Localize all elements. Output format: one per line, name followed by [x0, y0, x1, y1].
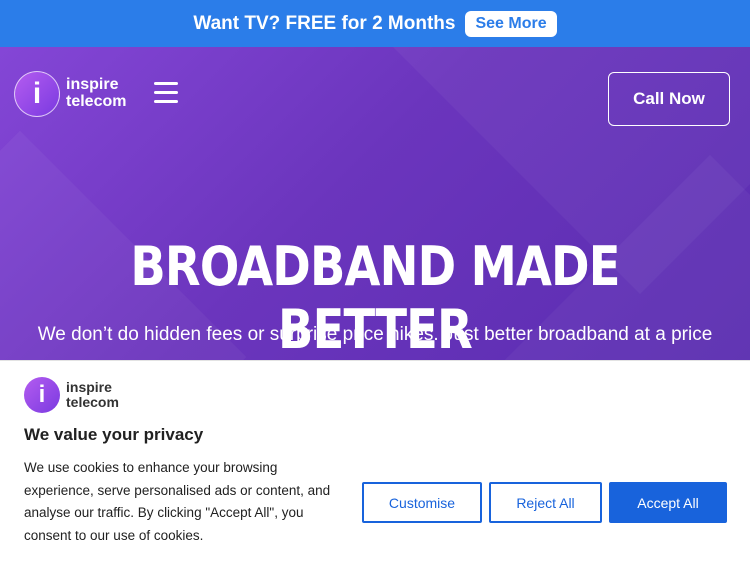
accept-all-button[interactable]: Accept All [609, 482, 727, 523]
logo-line-2: telecom [66, 93, 127, 110]
logo-wordmark: inspire telecom [66, 76, 127, 111]
customise-button[interactable]: Customise [362, 482, 482, 523]
promo-banner: Want TV? FREE for 2 Months See More [0, 0, 750, 47]
logo-line-2: telecom [66, 394, 119, 410]
promo-text: Want TV? FREE for 2 Months [193, 12, 456, 34]
logo-line-1: inspire [66, 379, 112, 396]
hamburger-menu-icon[interactable] [154, 82, 178, 109]
logo-icon: i [14, 71, 60, 117]
hero-subtitle: We don’t do hidden fees or surprise pric… [37, 324, 713, 345]
logo-icon: i [24, 377, 60, 413]
cookie-consent-banner: i inspire telecom We value your privacy … [0, 360, 750, 564]
hero-section: i inspire telecom Call Now BROADBAND MAD… [0, 47, 750, 360]
see-more-button[interactable]: See More [465, 10, 557, 37]
reject-all-button[interactable]: Reject All [489, 482, 602, 523]
cookie-logo: i inspire telecom [24, 377, 119, 413]
cookie-title: We value your privacy [24, 425, 204, 444]
cookie-description: We use cookies to enhance your browsing … [24, 460, 331, 543]
logo-line-1: inspire [66, 76, 119, 94]
header-logo[interactable]: i inspire telecom [14, 71, 126, 117]
call-now-button[interactable]: Call Now [608, 72, 730, 126]
logo-wordmark: inspire telecom [66, 380, 119, 409]
